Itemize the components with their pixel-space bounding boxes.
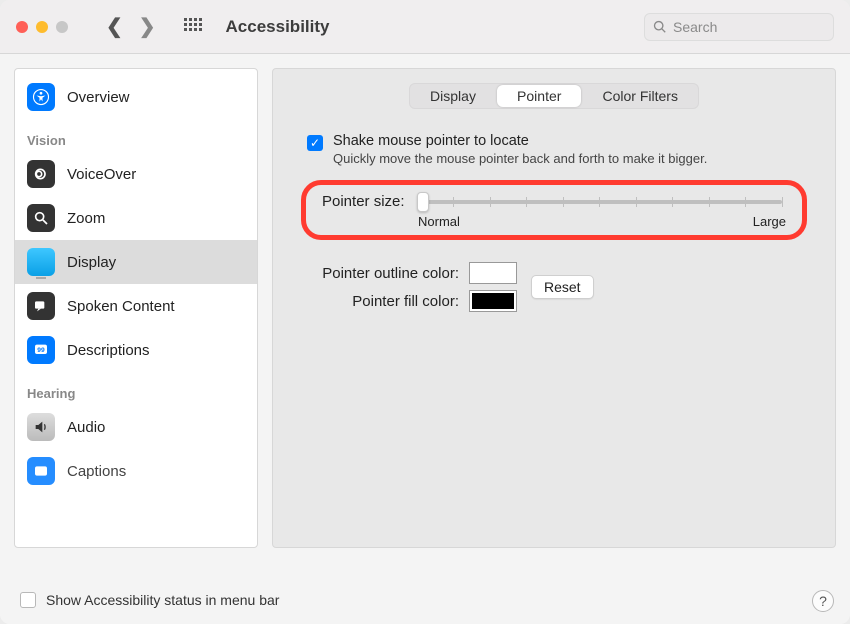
forward-button: ❯ (139, 14, 156, 39)
pointer-size-max-label: Large (753, 214, 786, 229)
sidebar-item-voiceover[interactable]: VoiceOver (15, 152, 257, 196)
sidebar-item-label: Display (67, 254, 116, 271)
search-placeholder: Search (673, 19, 717, 35)
shake-pointer-label: Shake mouse pointer to locate (333, 133, 707, 149)
pointer-outline-color-well[interactable] (469, 262, 517, 284)
sidebar-item-descriptions[interactable]: 99 Descriptions (15, 328, 257, 372)
zoom-icon (27, 204, 55, 232)
zoom-window-button (56, 21, 68, 33)
voiceover-icon (27, 160, 55, 188)
sidebar-item-label: VoiceOver (67, 166, 136, 183)
pointer-size-highlight: Pointer size: (301, 180, 807, 240)
help-button[interactable]: ? (812, 590, 834, 612)
captions-icon (27, 457, 55, 485)
sidebar-item-label: Overview (67, 89, 130, 106)
pointer-size-min-label: Normal (418, 214, 460, 229)
shake-pointer-row: ✓ Shake mouse pointer to locate Quickly … (307, 133, 809, 166)
footer: Show Accessibility status in menu bar (0, 576, 850, 624)
shake-pointer-checkbox[interactable]: ✓ (307, 135, 323, 151)
search-icon (653, 20, 667, 34)
sidebar-item-spoken-content[interactable]: Spoken Content (15, 284, 257, 328)
preferences-window: ❮ ❯ Accessibility Search Overview Vision (0, 0, 850, 624)
sidebar-item-audio[interactable]: Audio (15, 405, 257, 449)
audio-icon (27, 413, 55, 441)
descriptions-icon: 99 (27, 336, 55, 364)
sidebar-item-display[interactable]: Display (15, 240, 257, 284)
pointer-outline-label: Pointer outline color: (299, 265, 459, 282)
status-menu-bar-checkbox[interactable] (20, 592, 36, 608)
shake-pointer-description: Quickly move the mouse pointer back and … (333, 151, 707, 166)
sidebar-item-label: Audio (67, 419, 105, 436)
sidebar-item-overview[interactable]: Overview (15, 75, 257, 119)
window-controls (16, 21, 68, 33)
sidebar-item-label: Spoken Content (67, 298, 175, 315)
tab-color-filters[interactable]: Color Filters (582, 84, 698, 108)
tab-pointer[interactable]: Pointer (497, 85, 581, 107)
spoken-content-icon (27, 292, 55, 320)
pointer-fill-label: Pointer fill color: (299, 293, 459, 310)
sidebar-section-vision: Vision (15, 119, 257, 152)
pointer-size-label: Pointer size: (322, 193, 405, 210)
reset-button[interactable]: Reset (531, 275, 594, 299)
show-all-icon[interactable] (184, 18, 202, 36)
tab-segmented-control: Display Pointer Color Filters (409, 83, 699, 109)
back-button[interactable]: ❮ (106, 14, 123, 39)
pointer-size-thumb[interactable] (417, 192, 429, 212)
sidebar-item-label: Descriptions (67, 342, 150, 359)
sidebar-item-label: Captions (67, 463, 126, 480)
search-field[interactable]: Search (644, 13, 834, 41)
status-menu-bar-label: Show Accessibility status in menu bar (46, 592, 279, 608)
sidebar: Overview Vision VoiceOver Zoom Display (14, 68, 258, 548)
display-icon (27, 248, 55, 276)
sidebar-item-captions[interactable]: Captions (15, 449, 257, 493)
pointer-fill-color-well[interactable] (469, 290, 517, 312)
svg-text:99: 99 (37, 347, 45, 354)
close-window-button[interactable] (16, 21, 28, 33)
pointer-size-slider[interactable] (417, 200, 782, 204)
minimize-window-button[interactable] (36, 21, 48, 33)
nav-arrows: ❮ ❯ (106, 14, 156, 39)
settings-panel: Display Pointer Color Filters ✓ Shake mo… (272, 68, 836, 548)
toolbar: ❮ ❯ Accessibility Search (0, 0, 850, 54)
sidebar-item-zoom[interactable]: Zoom (15, 196, 257, 240)
sidebar-item-label: Zoom (67, 210, 105, 227)
window-title: Accessibility (226, 17, 330, 37)
tab-display[interactable]: Display (410, 84, 496, 108)
sidebar-section-hearing: Hearing (15, 372, 257, 405)
accessibility-icon (27, 83, 55, 111)
